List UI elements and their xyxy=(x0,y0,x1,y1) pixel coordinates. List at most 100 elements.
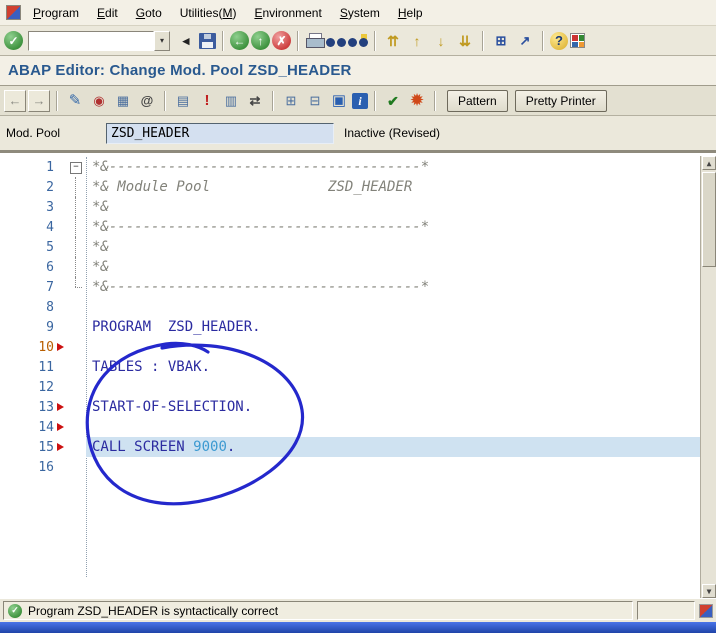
back-icon[interactable]: ← xyxy=(230,31,249,50)
scroll-up-icon[interactable]: ▲ xyxy=(702,156,716,170)
scrollbar-thumb[interactable] xyxy=(702,172,716,267)
menu-item-program[interactable]: Program xyxy=(25,5,87,21)
collapse-command-field-icon[interactable]: ◂ xyxy=(175,30,197,52)
insert-block-icon[interactable]: ▤ xyxy=(172,90,194,112)
enter-icon[interactable]: ✓ xyxy=(4,31,23,50)
code-line-5[interactable]: 5 *& xyxy=(6,237,716,257)
next-page-icon[interactable]: ↓ xyxy=(430,30,452,52)
code-line-16[interactable]: 16 xyxy=(6,457,716,477)
navigation-icon[interactable]: ⊟ xyxy=(304,90,326,112)
next-object-icon[interactable]: → xyxy=(28,89,50,112)
marker-gutter xyxy=(54,177,68,197)
code-segment: START-OF-SELECTION. xyxy=(92,399,253,415)
save-icon[interactable] xyxy=(199,32,216,49)
breakpoint-icon[interactable]: ! xyxy=(196,90,218,112)
fold-gutter xyxy=(68,317,84,337)
code-line-14[interactable]: 14 xyxy=(6,417,716,437)
fold-gutter xyxy=(68,397,84,417)
toolbar-separator xyxy=(434,90,436,111)
pattern-button[interactable]: Pattern xyxy=(447,89,508,112)
previous-object-icon[interactable]: ← xyxy=(4,89,26,112)
menu-item-help[interactable]: Help xyxy=(390,5,431,21)
object-list-icon[interactable]: ⊞ xyxy=(280,90,302,112)
code-text: *&-------------------------------------* xyxy=(86,277,716,297)
code-segment: 9000 xyxy=(193,439,227,455)
print-icon[interactable] xyxy=(305,32,325,49)
scroll-down-icon[interactable]: ▼ xyxy=(702,584,716,598)
menu-item-goto[interactable]: Goto xyxy=(128,5,170,21)
other-object-icon[interactable]: ◉ xyxy=(88,90,110,112)
first-page-icon[interactable]: ⇈ xyxy=(382,30,404,52)
abap-code-editor[interactable]: 1 *&-------------------------------------… xyxy=(0,150,716,598)
documentation-icon[interactable]: i xyxy=(352,92,368,109)
code-segment: *&-------------------------------------* xyxy=(92,159,430,175)
new-session-icon[interactable]: ⊞ xyxy=(490,30,512,52)
syntax-check-icon[interactable]: ✔ xyxy=(382,90,404,112)
sap-gui-window: Program Edit Goto Utilities(M) Environment Sy… xyxy=(0,0,716,633)
menu-bar: Program Edit Goto Utilities(M) Environment Sy… xyxy=(0,0,716,26)
previous-page-icon[interactable]: ↑ xyxy=(406,30,428,52)
window-menu-icon[interactable] xyxy=(6,5,21,20)
display-change-icon[interactable]: ✎ xyxy=(64,90,86,112)
application-toolbar: ← → ✎ ◉ ▦ @ ▤! ▥ ⇄ ⊞ ⊟ ▣ i ✔ ✹ Pattern Pretty Printer xyxy=(0,86,716,116)
code-line-1[interactable]: 1 *&-------------------------------------… xyxy=(6,157,716,177)
find-next-icon[interactable] xyxy=(348,33,368,48)
status-right-icon[interactable] xyxy=(699,603,713,618)
code-line-2[interactable]: 2 *& Module Pool ZSD_HEADER xyxy=(6,177,716,197)
changed-line-marker xyxy=(54,337,68,357)
line-number: 8 xyxy=(46,299,54,315)
mod-pool-field[interactable] xyxy=(106,122,334,144)
code-line-7[interactable]: 7 *&-------------------------------------… xyxy=(6,277,716,297)
fold-mid-icon xyxy=(68,217,84,237)
exit-icon[interactable]: ↑ xyxy=(251,31,270,50)
cancel-icon[interactable]: ✗ xyxy=(272,31,291,50)
customize-layout-icon[interactable] xyxy=(570,33,585,48)
fold-mid-icon xyxy=(68,177,84,197)
line-number: 4 xyxy=(46,219,54,235)
code-line-8[interactable]: 8 xyxy=(6,297,716,317)
code-line-9[interactable]: 9 PROGRAM ZSD_HEADER. xyxy=(6,317,716,337)
line-number: 16 xyxy=(38,459,54,475)
code-text: START-OF-SELECTION. xyxy=(86,397,716,417)
runtime-analysis-icon[interactable]: @ xyxy=(136,90,158,112)
code-line-10[interactable]: 10 xyxy=(6,337,716,357)
line-number: 12 xyxy=(38,379,54,395)
fold-mid-icon xyxy=(68,237,84,257)
code-line-6[interactable]: 6 *& xyxy=(6,257,716,277)
code-line-15[interactable]: 15 CALL SCREEN 9000. xyxy=(6,437,716,457)
program-status-text: Inactive (Revised) xyxy=(344,126,441,140)
fold-start-icon[interactable] xyxy=(68,157,84,177)
fold-gutter xyxy=(68,457,84,477)
menu-item-system[interactable]: System xyxy=(332,5,388,21)
editor-scrollbar[interactable]: ▲ ▼ xyxy=(700,156,716,598)
toolbar-separator xyxy=(56,90,58,111)
command-history-icon[interactable]: ▾ xyxy=(154,30,170,51)
last-page-icon[interactable]: ⇊ xyxy=(454,30,476,52)
fold-gutter xyxy=(68,297,84,317)
pattern-list-icon[interactable]: ▥ xyxy=(220,90,242,112)
menu-item-edit[interactable]: Edit xyxy=(89,5,126,21)
code-line-13[interactable]: 13 START-OF-SELECTION. xyxy=(6,397,716,417)
activate-icon[interactable]: ✹ xyxy=(406,90,428,112)
code-line-11[interactable]: 11 TABLES : VBAK. xyxy=(6,357,716,377)
help-icon[interactable]: ? xyxy=(550,31,568,50)
toolbar-separator xyxy=(374,90,376,111)
status-bar: ✓ Program ZSD_HEADER is syntactically co… xyxy=(0,598,716,622)
pretty-printer-button[interactable]: Pretty Printer xyxy=(514,89,607,112)
code-line-3[interactable]: 3 *& xyxy=(6,197,716,217)
find-icon[interactable] xyxy=(326,34,346,48)
create-shortcut-icon[interactable]: ↗ xyxy=(514,30,536,52)
code-segment: *&-------------------------------------* xyxy=(92,219,430,235)
menu-item-environment[interactable]: Environment xyxy=(246,5,329,21)
marker-gutter xyxy=(54,297,68,317)
copy-icon[interactable]: ▦ xyxy=(112,90,134,112)
menu-item-utilitiesm[interactable]: Utilities(M) xyxy=(172,5,245,21)
command-field[interactable] xyxy=(28,30,154,51)
code-line-12[interactable]: 12 xyxy=(6,377,716,397)
code-line-4[interactable]: 4 *&-------------------------------------… xyxy=(6,217,716,237)
code-text: *& xyxy=(86,197,716,217)
compare-icon[interactable]: ⇄ xyxy=(244,90,266,112)
screen-painter-icon[interactable]: ▣ xyxy=(328,90,350,112)
marker-gutter xyxy=(54,377,68,397)
marker-gutter xyxy=(54,217,68,237)
